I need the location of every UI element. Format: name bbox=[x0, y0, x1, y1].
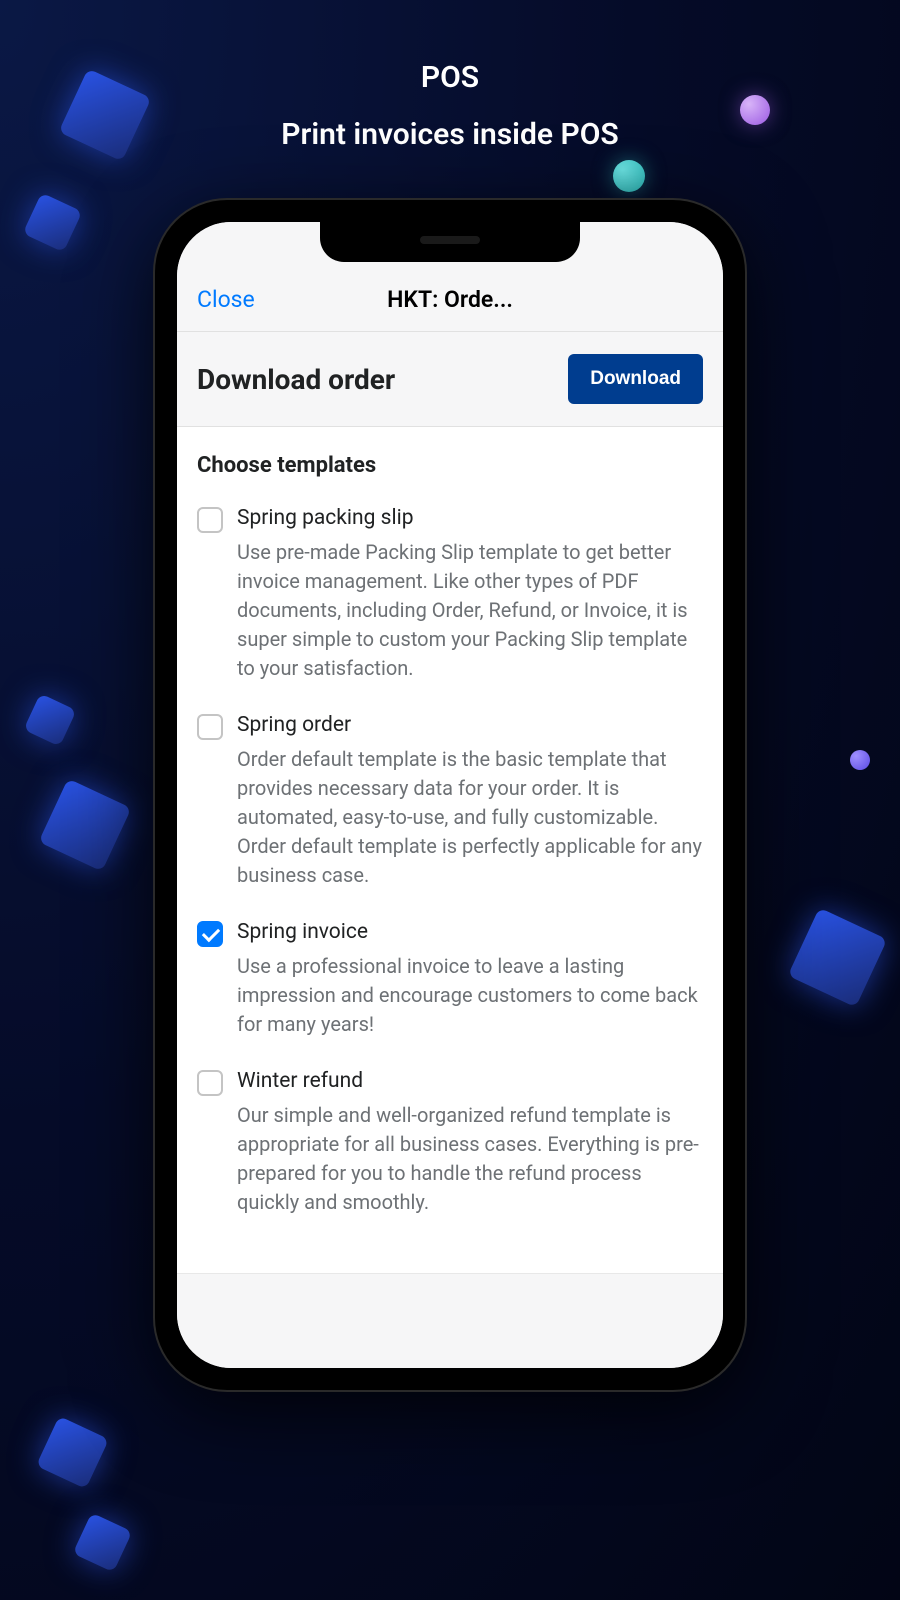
decorative-cube bbox=[73, 1513, 133, 1573]
decorative-sphere bbox=[850, 750, 870, 770]
phone-mockup: Close HKT: Orde... Download order Downlo… bbox=[155, 200, 745, 1390]
template-description: Use pre-made Packing Slip template to ge… bbox=[237, 538, 703, 683]
download-heading: Download order bbox=[197, 363, 395, 396]
template-checkbox[interactable] bbox=[197, 1070, 223, 1096]
download-header: Download order Download bbox=[177, 332, 723, 427]
template-description: Use a professional invoice to leave a la… bbox=[237, 952, 703, 1039]
template-name: Spring invoice bbox=[237, 920, 703, 944]
template-row: Spring order Order default template is t… bbox=[197, 713, 703, 890]
template-description: Our simple and well-organized refund tem… bbox=[237, 1101, 703, 1217]
decorative-sphere bbox=[613, 160, 645, 192]
bottom-spacer bbox=[177, 1273, 723, 1368]
template-description: Order default template is the basic temp… bbox=[237, 745, 703, 890]
template-checkbox[interactable] bbox=[197, 714, 223, 740]
template-name: Spring packing slip bbox=[237, 506, 703, 530]
template-name: Spring order bbox=[237, 713, 703, 737]
template-checkbox[interactable] bbox=[197, 921, 223, 947]
decorative-cube bbox=[788, 908, 888, 1008]
decorative-cube bbox=[23, 193, 83, 253]
template-name: Winter refund bbox=[237, 1069, 703, 1093]
section-title: Choose templates bbox=[197, 453, 703, 478]
template-row: Winter refund Our simple and well-organi… bbox=[197, 1069, 703, 1217]
template-row: Spring packing slip Use pre-made Packing… bbox=[197, 506, 703, 683]
close-button[interactable]: Close bbox=[197, 286, 255, 313]
decorative-cube bbox=[36, 1416, 109, 1489]
template-selection-panel: Choose templates Spring packing slip Use… bbox=[177, 427, 723, 1273]
download-button[interactable]: Download bbox=[568, 354, 703, 404]
decorative-cube bbox=[23, 693, 76, 746]
nav-title: HKT: Orde... bbox=[197, 286, 703, 313]
template-checkbox[interactable] bbox=[197, 507, 223, 533]
decorative-sphere bbox=[740, 95, 770, 125]
phone-notch bbox=[320, 222, 580, 262]
decorative-cube bbox=[38, 778, 131, 871]
template-row: Spring invoice Use a professional invoic… bbox=[197, 920, 703, 1039]
